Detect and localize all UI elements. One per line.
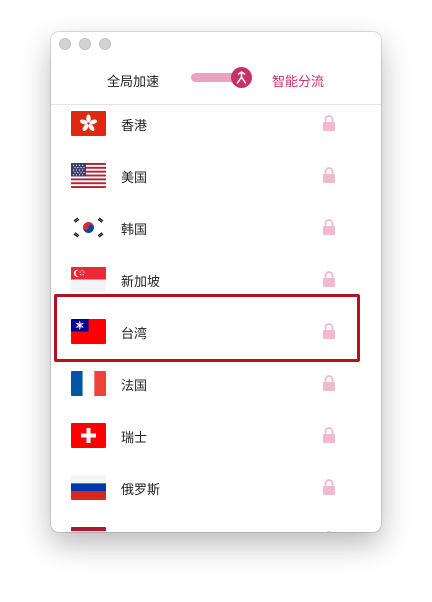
country-name: 俄罗斯 [121,483,161,498]
app-window: 全局加速 智能分流 香港 美国 韩国 新加坡 台湾 法国 瑞士 俄罗斯 [51,32,381,532]
fr-flag-icon [71,371,106,396]
lock-icon [323,219,335,235]
ch-flag-icon [71,423,106,448]
country-name: 韩国 [121,223,148,238]
us-flag-icon [71,163,106,188]
zoom-window-button[interactable] [99,38,111,50]
close-window-button[interactable] [59,38,71,50]
lock-icon [323,271,335,287]
header-bar: 全局加速 智能分流 [51,32,381,105]
toggle-knob[interactable] [231,67,252,88]
list-item-usa[interactable]: 美国 [51,150,381,202]
lock-icon [323,427,335,443]
global-mode-label[interactable]: 全局加速 [107,71,159,90]
mode-toggle[interactable] [191,67,253,89]
list-item-switzerland[interactable]: 瑞士 [51,410,381,462]
split-route-icon [236,71,247,84]
country-name: 新加坡 [121,275,161,290]
lock-icon [323,479,335,495]
list-item-france[interactable]: 法国 [51,358,381,410]
window-controls [59,38,111,50]
lock-icon [323,375,335,391]
highlight-frame [54,294,360,362]
list-item-thailand[interactable]: 泰国 [51,514,381,532]
th-flag-icon [71,527,106,532]
ru-flag-icon [71,475,106,500]
country-name: 瑞士 [121,431,148,446]
country-name: 美国 [121,171,148,186]
lock-icon [323,167,335,183]
country-name: 法国 [121,379,148,394]
minimize-window-button[interactable] [79,38,91,50]
kr-flag-icon [71,215,106,240]
list-item-russia[interactable]: 俄罗斯 [51,462,381,514]
list-item-hong-kong[interactable]: 香港 [51,105,381,150]
hk-flag-icon [71,111,106,136]
country-name: 香港 [121,119,148,134]
lock-icon [326,531,332,532]
smart-split-mode-label[interactable]: 智能分流 [272,71,324,90]
lock-icon [323,115,335,131]
list-item-korea[interactable]: 韩国 [51,202,381,254]
sg-flag-icon [71,267,106,292]
country-name: 泰国 [121,531,147,532]
